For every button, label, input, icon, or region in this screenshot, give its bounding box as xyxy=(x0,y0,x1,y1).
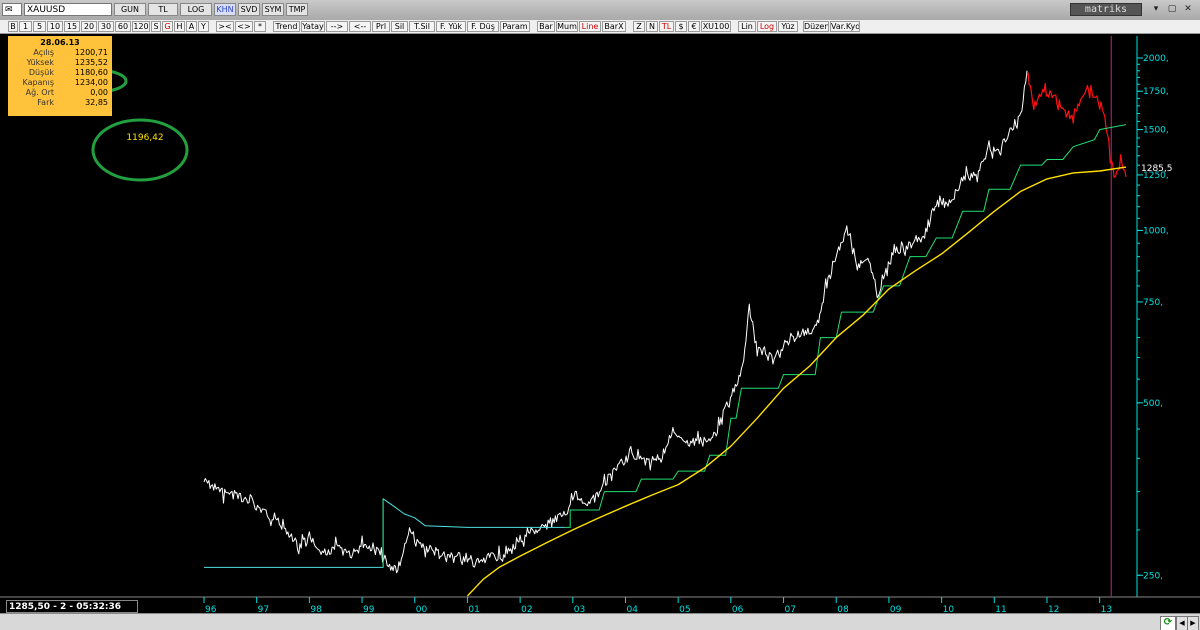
ohlc-info-panel: 28.06.13 Açılış 1200,71 Yüksek 1235,52 Düşük… xyxy=(8,36,112,116)
info-label: Açılış xyxy=(33,48,54,57)
y-tick-label: 1000, xyxy=(1143,226,1169,236)
info-row: Kapanış 1234,00 xyxy=(8,78,112,88)
refresh-icon[interactable]: ⟳ xyxy=(1160,616,1176,630)
series-moving-avg xyxy=(466,166,1127,597)
info-value: 0,00 xyxy=(90,88,108,97)
y-tick-label: 250, xyxy=(1143,571,1163,581)
info-value: 1234,00 xyxy=(74,78,108,87)
y-tick-label: 750, xyxy=(1143,298,1163,308)
info-value: 1200,71 xyxy=(74,48,108,57)
highlight-circle-value xyxy=(91,118,189,182)
y-tick-label: 2000, xyxy=(1143,54,1169,64)
info-row: Ağ. Ort 0,00 xyxy=(8,88,112,98)
series-price xyxy=(203,70,1028,574)
info-row: Düşük 1180,60 xyxy=(8,68,112,78)
y-tick-label: 500, xyxy=(1143,399,1163,409)
info-row: Fark 32,85 xyxy=(8,98,112,108)
info-label: Ağ. Ort xyxy=(25,88,54,97)
info-value: 1235,52 xyxy=(74,58,108,67)
y-tick-label: 1750, xyxy=(1143,87,1169,97)
info-date: 28.06.13 xyxy=(40,38,80,47)
info-row: Yüksek 1235,52 xyxy=(8,58,112,68)
annotation-value: 1196,42 xyxy=(126,133,164,143)
info-label: Yüksek xyxy=(26,58,54,67)
last-value-label: 1285,5 xyxy=(1141,164,1173,174)
chart-window: ✉ XAUUSD GUN TL LOG KHN SVD SYM TMP matriks ▾ … xyxy=(0,0,1200,630)
price-chart[interactable]: 2000,1750,1500,1250,1000,750,500,250,96 9… xyxy=(0,0,1200,630)
y-tick-label: 1500, xyxy=(1143,126,1169,136)
scroll-right-icon[interactable]: ▶ xyxy=(1187,616,1199,630)
info-value: 1180,60 xyxy=(74,68,108,77)
cursor-readout: 1285,50 - 2 - 05:32:36 xyxy=(6,600,138,613)
series-stop-line xyxy=(564,124,1127,528)
info-value: 32,85 xyxy=(85,98,108,107)
info-label: Düşük xyxy=(28,68,54,77)
info-label: Fark xyxy=(37,98,54,107)
bottom-bar: ⟳ ◀ ▶ xyxy=(0,613,1200,630)
info-label: Kapanış xyxy=(22,78,54,87)
info-row: Açılış 1200,71 xyxy=(8,48,112,58)
